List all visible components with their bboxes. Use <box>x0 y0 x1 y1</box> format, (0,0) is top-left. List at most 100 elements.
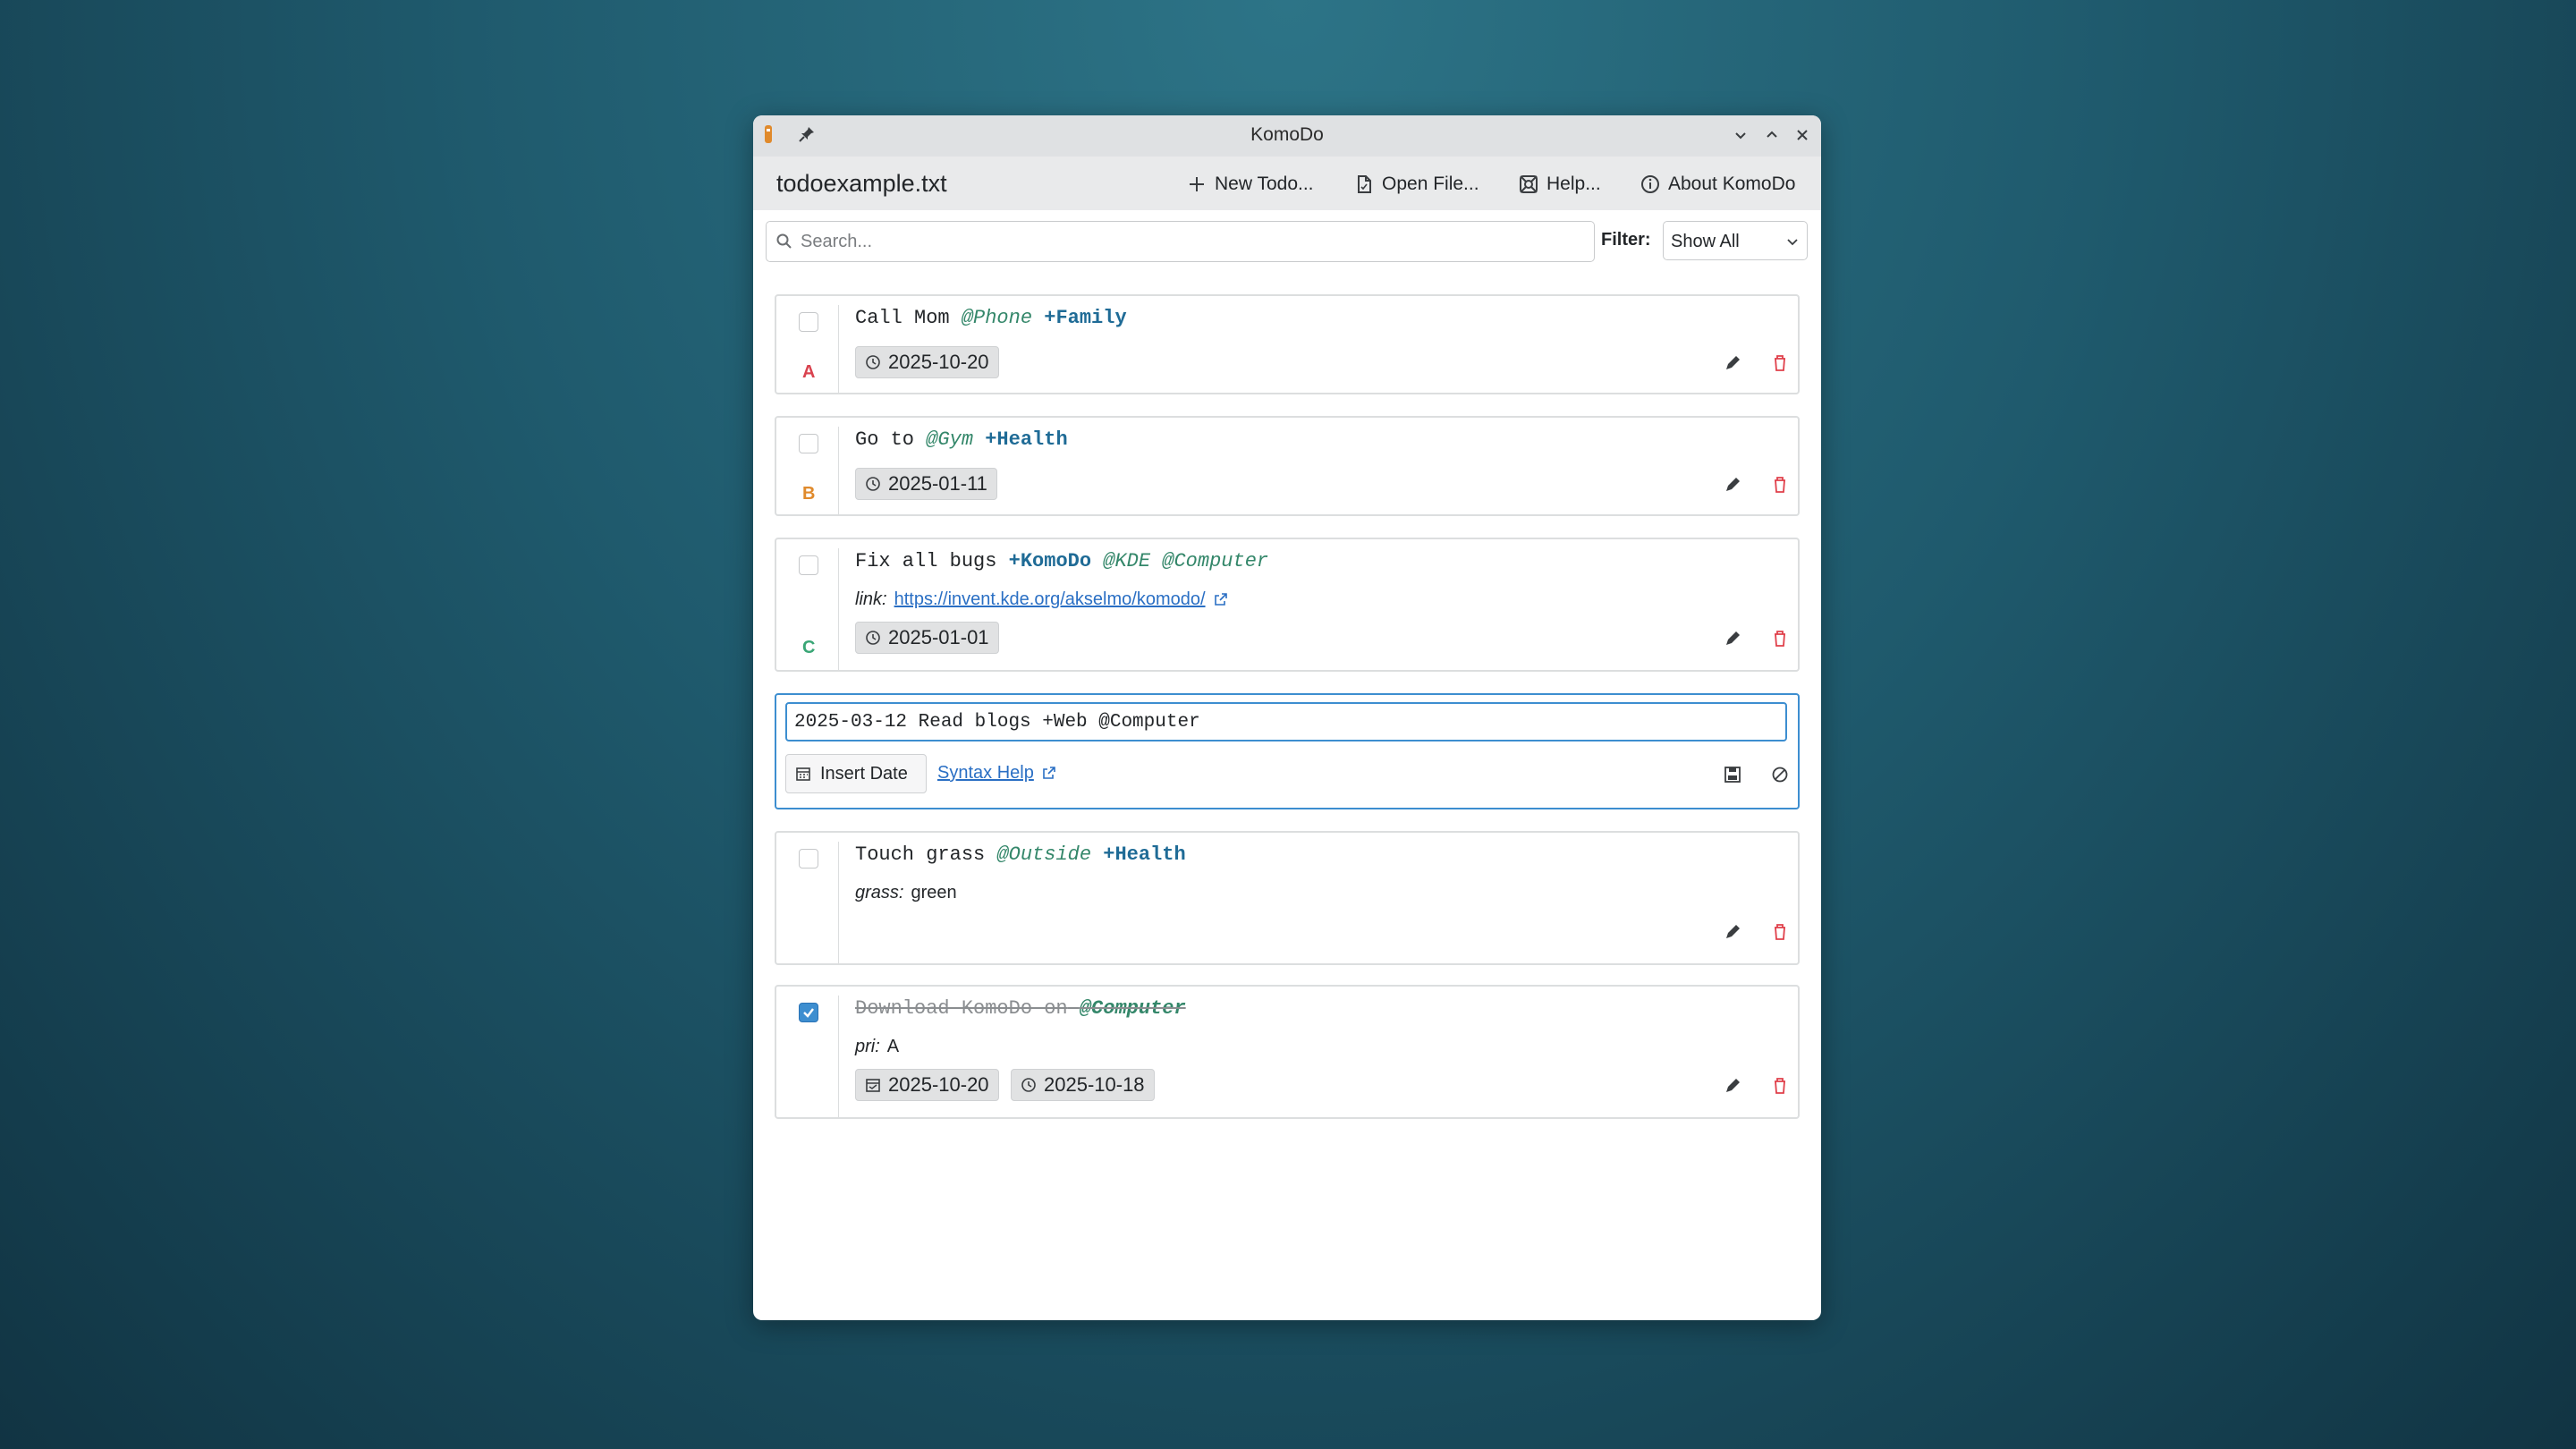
edit-button[interactable] <box>1721 473 1744 496</box>
todo-edit-input[interactable] <box>785 702 1787 741</box>
todo-description: Call Mom <box>855 307 950 329</box>
metadata-link[interactable]: https://invent.kde.org/akselmo/komodo/ <box>894 589 1206 609</box>
todo-divider <box>838 548 839 670</box>
filter-label: Filter: <box>1601 230 1651 250</box>
metadata-line: link: https://invent.kde.org/akselmo/komo… <box>855 589 1229 610</box>
completion-date: 2025-10-20 <box>888 1073 989 1096</box>
cancel-button[interactable] <box>1768 763 1792 786</box>
new-todo-button[interactable]: New Todo... <box>1186 172 1314 197</box>
priority-label: A <box>802 362 816 382</box>
trash-icon <box>1775 631 1785 647</box>
due-date: 2025-01-11 <box>888 472 987 495</box>
search-field[interactable] <box>766 221 1595 262</box>
todo-checkbox[interactable] <box>799 434 818 453</box>
file-name: todoexample.txt <box>776 170 947 197</box>
todo-checkbox[interactable] <box>799 555 818 575</box>
clock-icon <box>866 477 880 491</box>
pencil-icon <box>1726 631 1740 645</box>
todo-text[interactable]: Fix all bugs +KomoDo @KDE @Computer <box>855 550 1268 572</box>
todo-item[interactable]: A Call Mom @Phone +Family 2025-10-20 <box>775 294 1800 394</box>
insert-date-button[interactable]: Insert Date <box>785 754 927 793</box>
edit-button[interactable] <box>1721 920 1744 944</box>
todo-editor: Insert Date Syntax Help <box>775 693 1800 809</box>
komodo-window: KomoDo todoexample.txt New Todo... Open … <box>753 115 1821 1320</box>
insert-date-label: Insert Date <box>820 763 908 784</box>
todo-text[interactable]: Touch grass @Outside +Health <box>855 843 1186 866</box>
todo-description: Touch grass <box>855 843 986 866</box>
project-tag: +KomoDo <box>1008 550 1092 572</box>
todo-item[interactable]: B Go to @Gym +Health 2025-01-11 <box>775 416 1800 516</box>
todo-text[interactable]: Go to @Gym +Health <box>855 428 1068 451</box>
window-title: KomoDo <box>1250 124 1324 145</box>
project-tag: +Health <box>1103 843 1186 866</box>
help-button[interactable]: Help... <box>1518 172 1601 197</box>
open-file-button[interactable]: Open File... <box>1353 172 1479 197</box>
filter-value: Show All <box>1671 232 1740 251</box>
delete-button[interactable] <box>1768 1074 1792 1097</box>
due-date: 2025-10-20 <box>888 351 989 373</box>
about-button[interactable]: About KomoDo <box>1640 172 1795 197</box>
todo-item[interactable]: Touch grass @Outside +Health grass: green <box>775 831 1800 965</box>
pencil-icon <box>1726 356 1740 369</box>
clock-icon <box>1021 1078 1036 1092</box>
search-icon <box>776 233 792 249</box>
project-tag: +Family <box>1044 307 1127 329</box>
title-bar: KomoDo <box>753 115 1821 157</box>
delete-button[interactable] <box>1768 627 1792 650</box>
todo-text[interactable]: Download KomoDo on @Computer <box>855 997 1186 1020</box>
document-icon <box>1358 175 1371 193</box>
metadata-line: pri: A <box>855 1037 899 1057</box>
save-button[interactable] <box>1721 763 1744 786</box>
chevron-down-icon <box>1787 239 1798 246</box>
trash-icon <box>1775 355 1785 371</box>
todo-checkbox[interactable] <box>799 1003 818 1022</box>
close-icon[interactable] <box>1792 125 1812 145</box>
metadata-line: grass: green <box>855 883 957 903</box>
metadata-key: link: <box>855 589 887 609</box>
todo-description: Fix all bugs <box>855 550 997 572</box>
context-tag: @Phone <box>961 307 1033 329</box>
maximize-icon[interactable] <box>1762 125 1782 145</box>
delete-button[interactable] <box>1768 352 1792 375</box>
completion-date-badge: 2025-10-20 <box>855 1069 999 1101</box>
creation-date-badge: 2025-10-18 <box>1011 1069 1155 1101</box>
todo-divider <box>838 996 839 1117</box>
header-toolbar: todoexample.txt New Todo... Open File...… <box>753 157 1821 211</box>
checkmark-icon <box>803 1008 814 1018</box>
metadata-value: green <box>911 883 957 902</box>
todo-item[interactable]: C Fix all bugs +KomoDo @KDE @Computer li… <box>775 538 1800 672</box>
trash-icon <box>1775 1078 1785 1094</box>
context-tag: @KDE <box>1103 550 1151 572</box>
priority-label: B <box>802 484 816 504</box>
context-tag: @Outside <box>996 843 1092 866</box>
syntax-help-link[interactable]: Syntax Help <box>937 763 1057 784</box>
due-date-badge: 2025-10-20 <box>855 346 999 378</box>
pencil-icon <box>1726 925 1740 938</box>
todo-checkbox[interactable] <box>799 312 818 332</box>
edit-button[interactable] <box>1721 627 1744 650</box>
priority-label: C <box>802 638 816 657</box>
delete-button[interactable] <box>1768 920 1792 944</box>
project-tag: +Health <box>985 428 1068 451</box>
plus-icon <box>1190 177 1204 191</box>
todo-item[interactable]: Download KomoDo on @Computer pri: A 2025-… <box>775 985 1800 1119</box>
metadata-value: A <box>886 1037 900 1056</box>
clock-icon <box>866 631 880 645</box>
cancel-icon <box>1772 767 1788 783</box>
new-todo-label: New Todo... <box>1215 174 1314 194</box>
edit-button[interactable] <box>1721 1074 1744 1097</box>
todo-checkbox[interactable] <box>799 849 818 869</box>
search-row: Filter: Show All <box>753 210 1821 280</box>
edit-button[interactable] <box>1721 352 1744 375</box>
clock-icon <box>866 355 880 369</box>
filter-dropdown[interactable]: Show All <box>1663 221 1808 260</box>
help-label: Help... <box>1546 174 1601 194</box>
todo-text[interactable]: Call Mom @Phone +Family <box>855 307 1127 329</box>
minimize-icon[interactable] <box>1731 125 1750 145</box>
context-tag: @Computer <box>1079 997 1186 1020</box>
external-link-icon[interactable] <box>1213 591 1229 607</box>
trash-icon <box>1775 924 1785 940</box>
todo-divider <box>838 305 839 393</box>
delete-button[interactable] <box>1768 473 1792 496</box>
search-input[interactable] <box>799 227 1580 256</box>
